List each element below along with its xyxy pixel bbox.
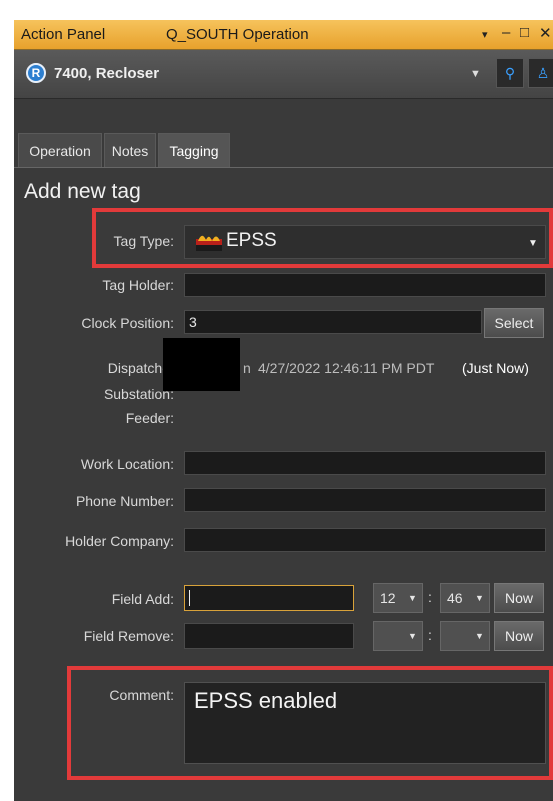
tab-operation[interactable]: Operation xyxy=(18,133,102,167)
dispatcher-suffix: n xyxy=(243,360,251,376)
substation-label: Substation: xyxy=(103,386,174,402)
highlight-tag-type xyxy=(92,208,553,268)
panel-subtitle: Q_SOUTH Operation xyxy=(166,26,309,43)
select-button[interactable]: Select xyxy=(484,308,544,338)
field-remove-label: Field Remove: xyxy=(83,628,174,644)
work-location-label: Work Location: xyxy=(80,456,174,472)
section-title: Add new tag xyxy=(24,180,141,203)
field-add-input[interactable] xyxy=(184,585,354,611)
field-remove-hour-select[interactable]: ▼ xyxy=(373,621,423,651)
time-separator: : xyxy=(428,589,432,605)
tab-tagging[interactable]: Tagging xyxy=(158,133,230,167)
recloser-icon: R xyxy=(26,63,46,83)
tab-notes[interactable]: Notes xyxy=(104,133,156,167)
phone-number-input[interactable] xyxy=(184,488,546,512)
highlight-comment xyxy=(67,666,553,780)
field-remove-minute-select[interactable]: ▼ xyxy=(440,621,490,651)
holder-company-label: Holder Company: xyxy=(65,533,174,549)
tag-holder-label: Tag Holder: xyxy=(102,277,174,293)
minimize-icon[interactable]: – xyxy=(502,24,510,41)
clock-position-input[interactable]: 3 xyxy=(184,310,482,334)
phone-number-label: Phone Number: xyxy=(75,493,174,509)
pin-icon[interactable]: ⚲ xyxy=(496,58,524,88)
feeder-label: Feeder: xyxy=(125,410,174,426)
device-name: 7400, Recloser xyxy=(54,65,160,82)
tab-divider xyxy=(14,167,553,168)
device-dropdown-icon[interactable]: ▼ xyxy=(470,68,481,80)
panel-title: Action Panel xyxy=(21,26,106,43)
chevron-down-icon[interactable]: ▾ xyxy=(482,28,488,41)
field-remove-input[interactable] xyxy=(184,623,354,649)
holder-company-input[interactable] xyxy=(184,528,546,552)
field-remove-now-button[interactable]: Now xyxy=(494,621,544,651)
field-add-label: Field Add: xyxy=(111,591,174,607)
field-add-hour-select[interactable]: 12 ▼ xyxy=(373,583,423,613)
dispatcher-label: Dispatche xyxy=(107,360,170,376)
field-add-now-button[interactable]: Now xyxy=(494,583,544,613)
work-location-input[interactable] xyxy=(184,451,546,475)
clock-position-label: Clock Position: xyxy=(81,315,174,331)
person-icon[interactable]: ♙ xyxy=(528,58,553,88)
device-header: R 7400, Recloser ▼ ⚲ ♙ xyxy=(14,50,553,99)
title-bar: Action Panel Q_SOUTH Operation ▾ – □ ✕ xyxy=(14,20,553,50)
dispatch-relative-time: (Just Now) xyxy=(462,360,529,376)
app-window: Action Panel Q_SOUTH Operation ▾ – □ ✕ R… xyxy=(0,0,553,801)
maximize-icon[interactable]: □ xyxy=(520,24,529,41)
redaction-block xyxy=(163,338,240,391)
field-add-minute-select[interactable]: 46 ▼ xyxy=(440,583,490,613)
tag-holder-input[interactable] xyxy=(184,273,546,297)
dispatch-timestamp: 4/27/2022 12:46:11 PM PDT xyxy=(258,360,435,376)
close-icon[interactable]: ✕ xyxy=(539,24,552,42)
time-separator: : xyxy=(428,627,432,643)
